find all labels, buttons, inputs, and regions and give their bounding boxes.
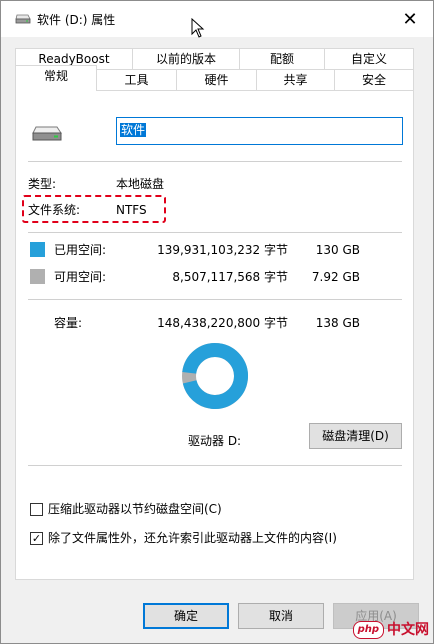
used-space-label: 已用空间: xyxy=(54,243,107,257)
tab-hardware[interactable]: 硬件 xyxy=(176,69,257,91)
close-button[interactable]: ✕ xyxy=(387,1,433,37)
type-value: 本地磁盘 xyxy=(116,177,165,191)
cancel-button[interactable]: 取消 xyxy=(238,603,324,629)
general-tab-panel: 软件 类型: 本地磁盘 文件系统: NTFS 已用空间: 139,931,103… xyxy=(15,90,414,580)
tab-tools[interactable]: 工具 xyxy=(96,69,177,91)
watermark-cn-text: 中文网 xyxy=(387,622,429,638)
capacity-bytes: 148,438,220,800 字节 xyxy=(157,316,288,330)
separator xyxy=(28,161,402,162)
tab-quota[interactable]: 配额 xyxy=(239,48,325,70)
used-space-bytes: 139,931,103,232 字节 xyxy=(157,243,288,257)
used-space-gb: 130 GB xyxy=(315,243,360,257)
window-title: 软件 (D:) 属性 xyxy=(37,13,116,27)
free-space-label: 可用空间: xyxy=(54,270,107,284)
tab-security[interactable]: 安全 xyxy=(334,69,414,91)
volume-name-selected-text: 软件 xyxy=(120,123,147,137)
php-cn-watermark-logo: php 中文网 xyxy=(352,619,429,641)
watermark-php-text: php xyxy=(352,621,384,639)
drive-letter-label: 驱动器 D: xyxy=(188,434,242,448)
capacity-gb: 138 GB xyxy=(315,316,360,330)
used-space-swatch xyxy=(30,242,45,257)
free-space-swatch xyxy=(30,269,45,284)
free-space-gb: 7.92 GB xyxy=(311,270,360,284)
separator xyxy=(28,232,402,233)
tab-general[interactable]: 常规 xyxy=(15,65,97,91)
tab-previous-versions[interactable]: 以前的版本 xyxy=(132,48,240,70)
compress-label[interactable]: 压缩此驱动器以节约磁盘空间(C) xyxy=(48,501,222,517)
drive-icon xyxy=(15,14,31,24)
free-space-bytes: 8,507,117,568 字节 xyxy=(172,270,288,284)
tab-customize[interactable]: 自定义 xyxy=(324,48,414,70)
type-label: 类型: xyxy=(28,177,57,191)
separator xyxy=(28,465,402,466)
volume-name-input[interactable]: 软件 xyxy=(116,117,403,145)
disk-cleanup-button[interactable]: 磁盘清理(D) xyxy=(309,423,402,449)
compress-checkbox[interactable] xyxy=(30,503,43,516)
index-checkbox[interactable]: ✓ xyxy=(30,532,43,545)
mouse-cursor-icon xyxy=(191,18,205,38)
properties-window: 软件 (D:) 属性 ✕ ReadyBoost 以前的版本 配额 自定义 常规 … xyxy=(0,0,434,644)
tab-sharing[interactable]: 共享 xyxy=(256,69,335,91)
index-label[interactable]: 除了文件属性外，还允许索引此驱动器上文件的内容(I) xyxy=(48,530,337,546)
disk-usage-donut-chart xyxy=(181,342,248,409)
filesystem-highlight-box xyxy=(22,195,166,223)
capacity-label: 容量: xyxy=(54,316,83,330)
separator xyxy=(28,299,402,300)
drive-large-icon xyxy=(32,126,62,141)
title-bar[interactable]: 软件 (D:) 属性 ✕ xyxy=(1,1,433,38)
ok-button[interactable]: 确定 xyxy=(143,603,229,629)
